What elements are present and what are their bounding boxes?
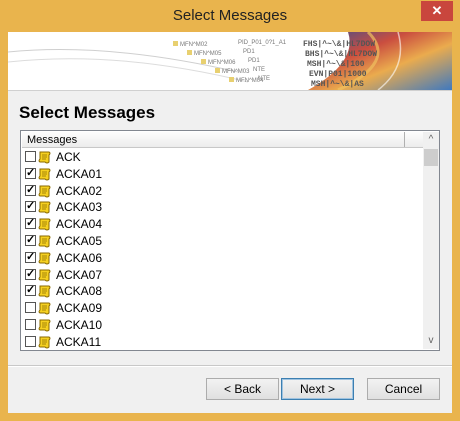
list-item[interactable]: ✓ ACKA03: [22, 199, 422, 216]
list-item[interactable]: ACK: [22, 149, 422, 166]
scroll-message-icon: [37, 251, 52, 266]
message-checkbox[interactable]: ✓: [25, 218, 36, 230]
banner-folder-icon: [187, 50, 192, 55]
banner-code-line: BHS|^~\&|HL7DOW: [305, 50, 377, 59]
banner-graphic: MFN^M02MFN^M05MFN^M06MFN^M03MFN^M04PID_P…: [8, 32, 452, 90]
message-label: ACKA04: [56, 217, 103, 232]
banner-tree-label: MFN^M05: [194, 51, 222, 57]
message-checkbox[interactable]: ✓: [25, 285, 36, 297]
banner-tree-label: MFN^M02: [180, 42, 208, 48]
list-item[interactable]: ✓ ACKA05: [22, 233, 422, 250]
banner-folder-icon: [201, 59, 206, 64]
banner-code-line: EVN|P01|1000: [309, 70, 367, 79]
scroll-message-icon: [37, 184, 52, 199]
message-checkbox[interactable]: [25, 151, 36, 162]
message-label: ACKA07: [56, 267, 103, 282]
message-label: ACKA09: [56, 301, 103, 316]
scroll-message-icon: [37, 217, 52, 232]
column-separator[interactable]: [404, 132, 405, 147]
message-label: ACKA08: [56, 284, 103, 299]
next-button[interactable]: Next >: [281, 378, 354, 400]
banner-tree-item: PD1: [243, 49, 255, 55]
back-button[interactable]: < Back: [206, 378, 279, 400]
scroll-message-icon: [37, 268, 52, 283]
message-checkbox[interactable]: ✓: [25, 268, 36, 280]
banner-folder-icon: [173, 41, 178, 46]
button-divider: [8, 365, 452, 367]
title-bar[interactable]: Select Messages ✕: [0, 0, 460, 32]
list-item[interactable]: ACKA11: [22, 334, 422, 350]
message-checkbox[interactable]: ✓: [25, 184, 36, 196]
banner-folder-icon: [215, 68, 220, 73]
banner-tree-item: NTE: [258, 76, 270, 82]
list-item[interactable]: ACKA10: [22, 317, 422, 334]
close-button[interactable]: ✕: [421, 1, 453, 21]
page-heading: Select Messages: [19, 103, 156, 122]
scroll-message-icon: [37, 335, 52, 350]
list-item[interactable]: ✓ ACKA01: [22, 166, 422, 183]
banner-tree-label: MFN^M03: [222, 69, 250, 75]
window-title: Select Messages: [172, 7, 288, 24]
dialog-window: Select Messages ✕ MFN^M02 MFN^M05 MFN^M0…: [0, 0, 460, 421]
banner-tree-label: MFN^M06: [208, 60, 236, 66]
cancel-button[interactable]: Cancel: [367, 378, 440, 400]
list-item[interactable]: ACKA09: [22, 300, 422, 317]
banner-tree-item: PD1: [248, 58, 260, 64]
message-checkbox[interactable]: ✓: [25, 235, 36, 246]
message-checkbox[interactable]: ✓: [25, 167, 36, 179]
scroll-message-icon: [37, 318, 52, 333]
close-icon: ✕: [431, 3, 443, 18]
list-item[interactable]: ✓ ACKA07: [22, 267, 422, 284]
message-label: ACKA06: [56, 250, 103, 265]
scroll-message-icon: [37, 284, 52, 299]
message-checkbox[interactable]: [25, 319, 36, 330]
scroll-up-icon[interactable]: ^: [423, 132, 439, 148]
banner-tree-item: NTE: [253, 67, 265, 73]
list-item[interactable]: ✓ ACKA02: [22, 183, 422, 200]
message-checkbox[interactable]: ✓: [25, 251, 36, 263]
message-checkbox[interactable]: ✓: [25, 201, 36, 213]
list-item[interactable]: ✓ ACKA04: [22, 216, 422, 233]
column-header-messages[interactable]: Messages: [22, 132, 423, 148]
banner-code-line: FHS|^~\&|HL7DOW: [303, 40, 375, 49]
scroll-message-icon: [37, 301, 52, 316]
list-item[interactable]: ✓ ACKA08: [22, 283, 422, 300]
message-label: ACKA03: [56, 200, 103, 215]
scroll-thumb[interactable]: [424, 149, 438, 166]
list-rows: ACK ✓ ACKA01 ✓ ACKA02 ✓ ACKA03 ✓ ACKA04 ✓ ACKA05 ✓ A…: [22, 149, 422, 350]
message-label: ACKA10: [56, 318, 103, 332]
banner-code-line: MSH|^~\&|100: [307, 60, 365, 69]
scroll-message-icon: [37, 200, 52, 215]
message-checkbox[interactable]: [25, 335, 36, 347]
message-label: ACKA11: [56, 334, 102, 349]
banner-code-line: MSH|^~\&|AS: [311, 80, 364, 89]
vertical-scrollbar[interactable]: ^ v: [423, 132, 439, 349]
scroll-message-icon: [37, 150, 52, 165]
message-label: ACKA02: [56, 183, 103, 198]
scroll-message-icon: [37, 234, 52, 249]
message-label: ACK: [56, 150, 81, 164]
wizard-banner: MFN^M02 MFN^M05 MFN^M06 MFN^M03 MFN^M04 PID_P…: [8, 32, 452, 91]
message-label: ACKA01: [56, 166, 103, 181]
banner-folder-icon: [229, 77, 234, 82]
message-checkbox[interactable]: [25, 302, 36, 314]
dialog-body: MFN^M02 MFN^M05 MFN^M06 MFN^M03 MFN^M04 PID_P…: [8, 32, 452, 413]
list-item[interactable]: ✓ ACKA06: [22, 250, 422, 267]
messages-list[interactable]: Messages ACK ✓ ACKA01 ✓ ACKA02 ✓ ACKA03 ✓ ACKA04…: [20, 130, 440, 351]
message-label: ACKA05: [56, 234, 103, 248]
scroll-message-icon: [37, 167, 52, 182]
banner-tree-item: PID_P01_0?1_A1: [238, 40, 287, 46]
scroll-down-icon[interactable]: v: [423, 333, 439, 349]
